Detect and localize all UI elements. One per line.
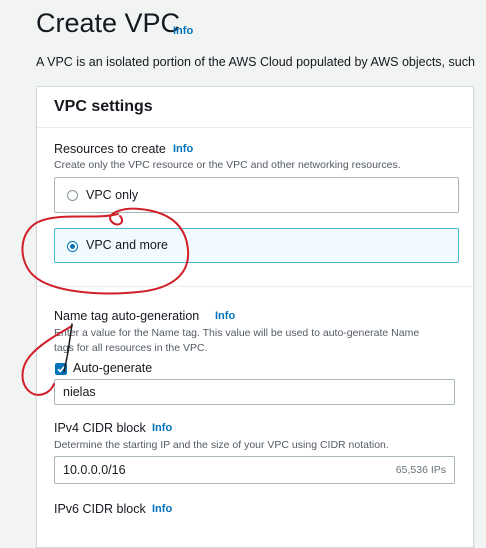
name-tag-description-2: tags for all resources in the VPC. [54,342,208,354]
resources-info-link[interactable]: Info [173,143,193,155]
card-header: VPC settings [37,87,473,128]
option-vpc-and-more[interactable]: VPC and more [54,228,459,263]
name-tag-label: Name tag auto-generation [54,309,200,323]
ipv4-ip-count: 65,536 IPs [395,464,446,476]
vpc-only-label: VPC only [86,188,139,202]
ipv4-label: IPv4 CIDR block [54,421,146,435]
page-title: Create VPC [36,8,181,38]
name-tag-description-1: Enter a value for the Name tag. This val… [54,327,420,339]
vpc-and-more-label: VPC and more [86,238,168,252]
ipv6-label: IPv6 CIDR block [54,502,146,516]
section-divider [37,286,472,287]
ipv4-cidr-value: 10.0.0.0/16 [63,463,126,477]
vpc-and-more-radio[interactable] [67,241,78,252]
auto-generate-checkbox[interactable] [55,363,67,375]
resources-description: Create only the VPC resource or the VPC … [54,159,401,171]
title-info-link[interactable]: Info [173,25,193,37]
ipv4-cidr-input[interactable]: 10.0.0.0/16 65,536 IPs [54,456,455,484]
name-tag-value: nielas [63,385,96,399]
name-tag-info-link[interactable]: Info [215,310,235,322]
ipv4-info-link[interactable]: Info [152,422,172,434]
ipv6-info-link[interactable]: Info [152,503,172,515]
option-vpc-only[interactable]: VPC only [54,177,459,213]
vpc-only-radio[interactable] [67,190,78,201]
name-tag-input[interactable]: nielas [54,379,455,405]
auto-generate-label: Auto-generate [73,361,153,375]
ipv4-description: Determine the starting IP and the size o… [54,439,389,451]
card-title: VPC settings [54,98,153,115]
check-icon [57,366,65,373]
resources-label: Resources to create [54,142,166,156]
page-description: A VPC is an isolated portion of the AWS … [36,55,475,69]
